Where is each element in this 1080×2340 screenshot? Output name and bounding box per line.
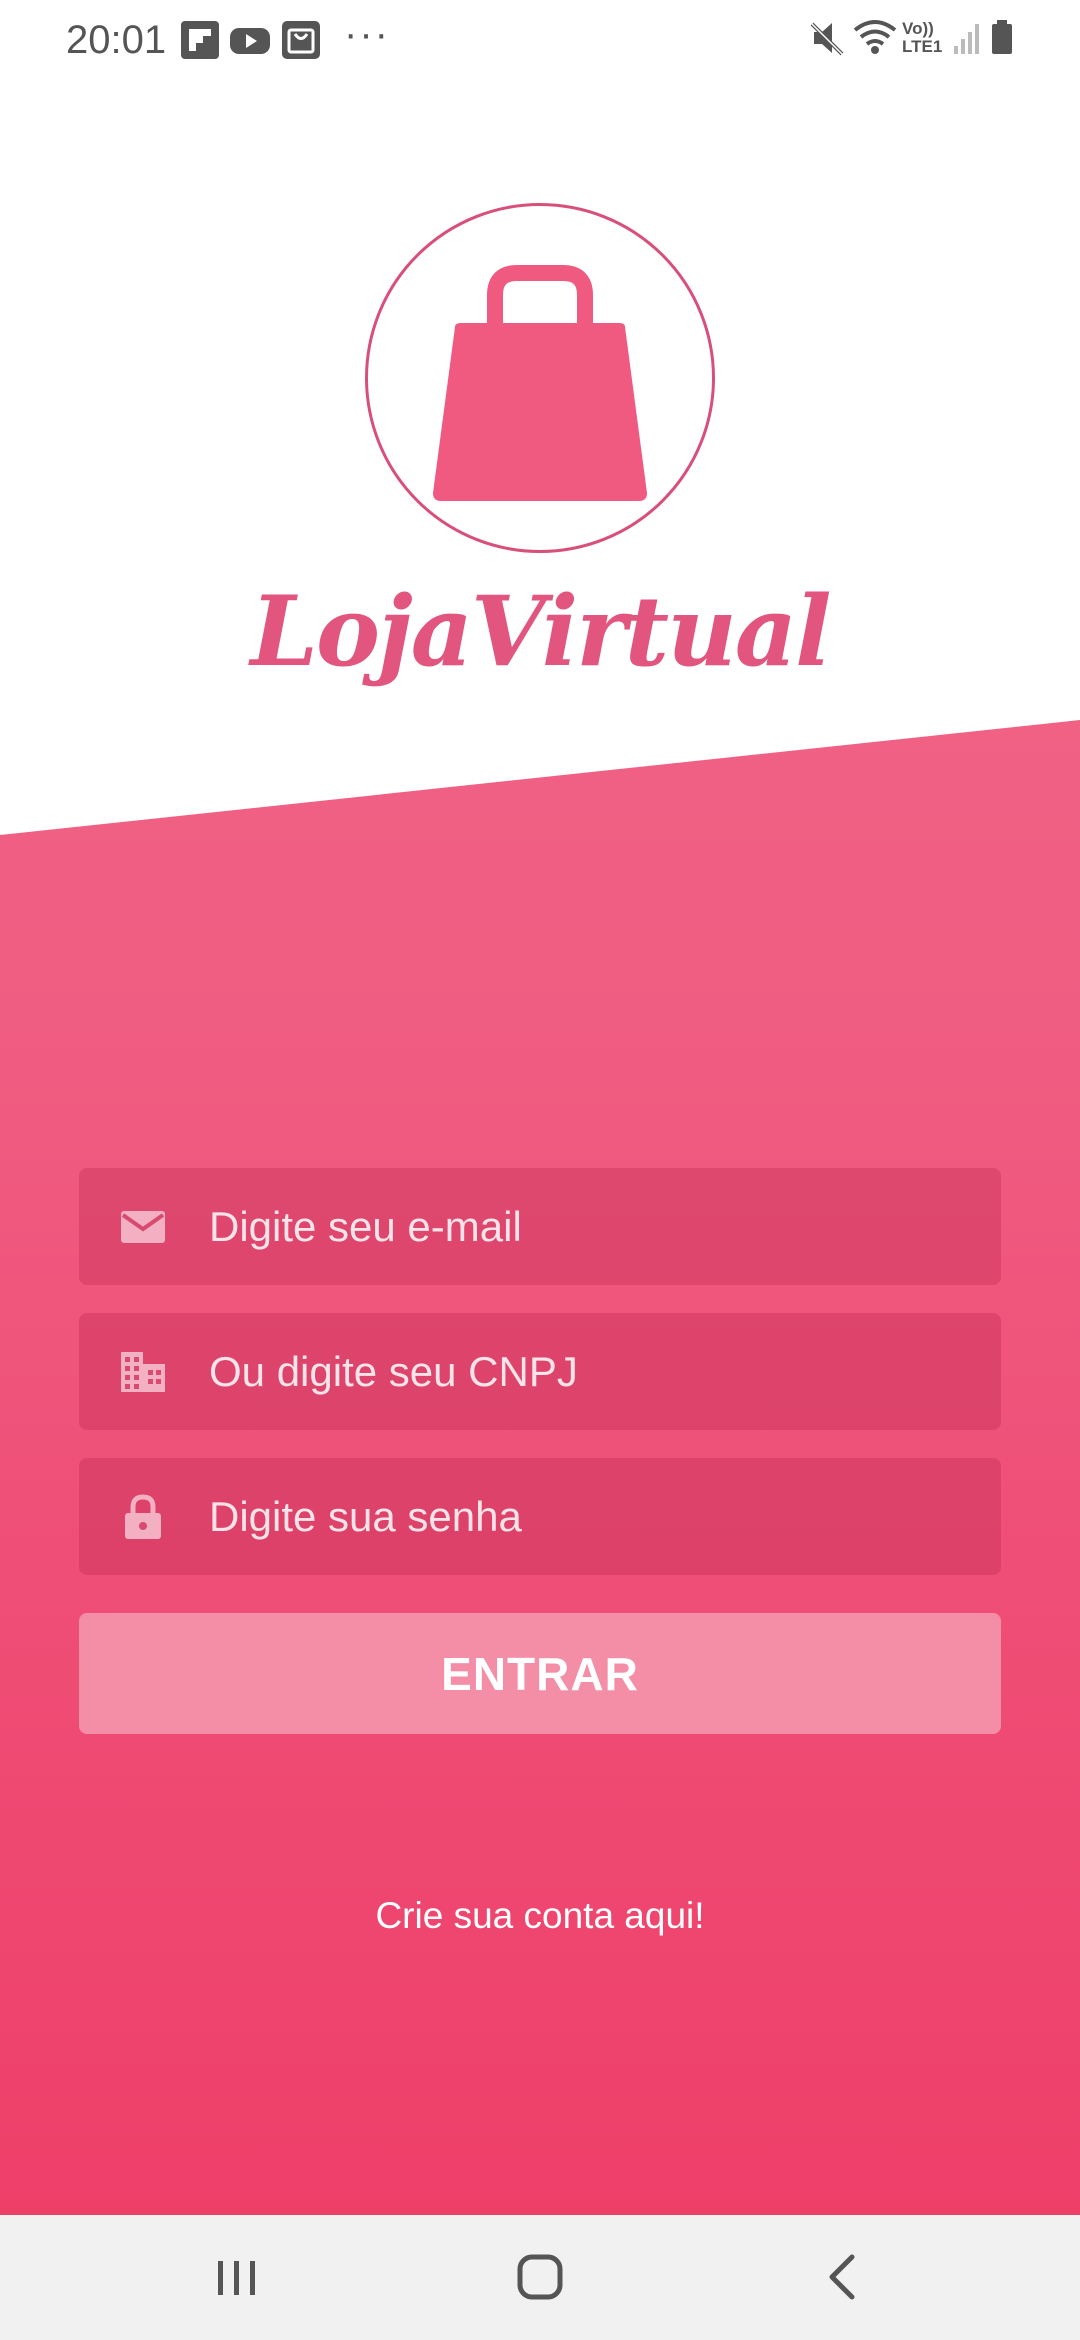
email-field[interactable]: [79, 1168, 1001, 1285]
password-input[interactable]: [209, 1458, 969, 1575]
recent-apps-icon[interactable]: [196, 2245, 276, 2309]
logo-title: LojaVirtual: [250, 575, 831, 688]
status-time: 20:01: [66, 18, 167, 62]
password-field[interactable]: [79, 1458, 1001, 1575]
login-button[interactable]: ENTRAR: [79, 1613, 1001, 1734]
volte-bottom: LTE1: [902, 37, 943, 56]
building-icon: [121, 1352, 165, 1392]
lock-icon: [125, 1494, 161, 1539]
mail-icon: [121, 1211, 165, 1243]
navigation-bar: [0, 2215, 1080, 2340]
battery-icon: [992, 20, 1012, 54]
flipboard-icon: [181, 21, 219, 59]
status-bar: 20:01 ··· Vo)) LTE1: [0, 0, 1080, 80]
shopping-bag-icon: [433, 265, 647, 501]
more-notifications-icon: ···: [344, 12, 390, 56]
cnpj-input[interactable]: [209, 1313, 969, 1430]
shopping-bag-icon: [282, 21, 320, 59]
wifi-icon: [853, 20, 897, 54]
home-icon[interactable]: [500, 2245, 580, 2309]
volte-top: Vo)): [902, 19, 934, 38]
youtube-icon: [230, 28, 270, 54]
create-account-link[interactable]: Crie sua conta aqui!: [0, 1895, 1080, 1937]
back-icon[interactable]: [802, 2245, 882, 2309]
mute-icon: [810, 22, 844, 56]
email-input[interactable]: [209, 1168, 969, 1285]
signal-icon: [954, 24, 979, 54]
cnpj-field[interactable]: [79, 1313, 1001, 1430]
volte-icon: Vo)) LTE1: [902, 20, 946, 56]
